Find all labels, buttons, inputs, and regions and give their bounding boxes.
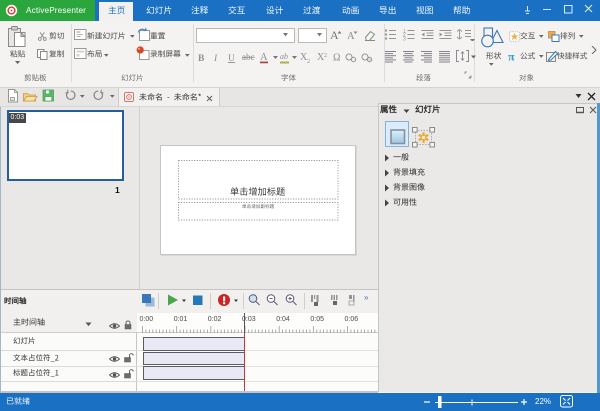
svg-text:U: U [228, 54, 235, 64]
svg-text:A: A [260, 52, 268, 63]
svg-text:abc: abc [242, 52, 255, 62]
svg-text:3: 3 [403, 37, 406, 42]
svg-text:A: A [330, 28, 339, 42]
svg-text:2: 2 [324, 53, 327, 59]
svg-text:B: B [198, 54, 205, 64]
svg-text:ab: ab [280, 52, 288, 61]
svg-text:2: 2 [307, 59, 310, 65]
svg-text:A: A [347, 31, 355, 42]
svg-text:π: π [508, 50, 515, 62]
svg-text:»: » [364, 293, 369, 302]
svg-text:Ω: Ω [333, 53, 340, 64]
svg-text:I: I [213, 54, 218, 64]
